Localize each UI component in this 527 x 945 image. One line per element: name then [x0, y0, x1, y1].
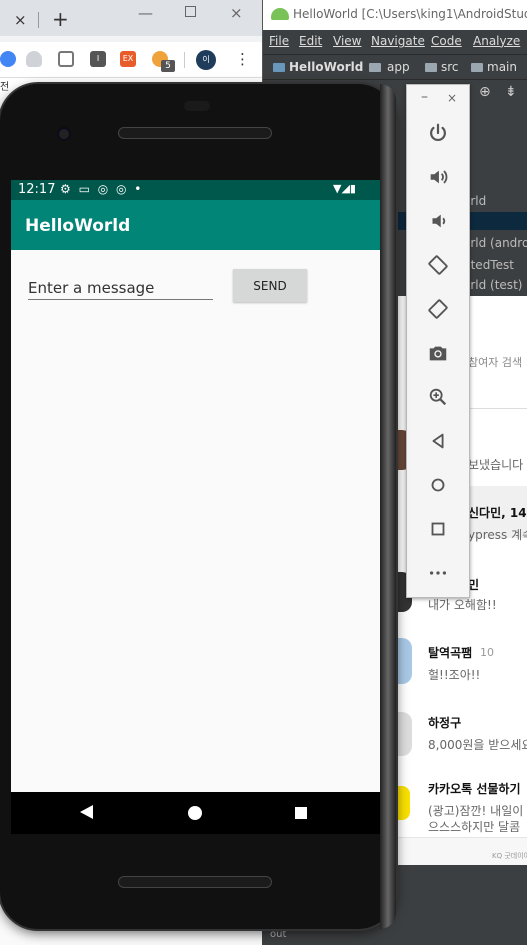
profile-avatar[interactable]: 이: [196, 50, 216, 70]
new-tab-button[interactable]: +: [52, 7, 69, 31]
status-time: 12:17: [18, 182, 56, 197]
back-icon[interactable]: [423, 426, 453, 456]
nav-home-icon[interactable]: [188, 806, 202, 820]
message-input[interactable]: [28, 276, 213, 300]
top-speaker: [118, 127, 272, 139]
tree-item[interactable]: orld (andro: [463, 236, 527, 250]
breadcrumb-main[interactable]: main: [487, 60, 517, 74]
home-icon[interactable]: [423, 470, 453, 500]
menu-file[interactable]: File: [269, 34, 289, 48]
chat-message: ypress 계속: [468, 528, 527, 542]
extension-dark-icon[interactable]: I: [90, 51, 106, 67]
collapse-icon[interactable]: ⇟: [505, 84, 517, 100]
nav-back-icon[interactable]: [80, 805, 93, 819]
ide-title: HelloWorld [C:\Users\king1\AndroidStudio: [293, 7, 527, 21]
member-count: 10: [480, 646, 494, 659]
toolbar-separator: [184, 52, 185, 68]
chat-name: 카카오톡 선물하기: [428, 782, 521, 796]
phone-edge: [380, 84, 396, 929]
browser-tab-bar: × + — ×: [0, 0, 262, 36]
target-icon[interactable]: ⊕: [479, 84, 491, 100]
sensor-notch: [184, 101, 210, 111]
chat-message: 8,000원을 받으세요: [428, 738, 527, 752]
strip-text: 전: [0, 82, 10, 93]
gift-avatar: [394, 786, 410, 820]
breadcrumb-app[interactable]: app: [387, 60, 410, 74]
tree-item[interactable]: ntedTest: [463, 258, 514, 272]
tree-item[interactable]: orld (test): [463, 278, 522, 292]
folder-icon: [369, 63, 381, 72]
navigation-bar: [11, 792, 380, 834]
breadcrumb-src[interactable]: src: [441, 60, 459, 74]
ex-extension-icon[interactable]: EX: [120, 51, 136, 67]
chat-name: 신다민, 14: [468, 506, 527, 520]
volume-down-icon[interactable]: [423, 206, 453, 236]
front-camera-icon: [57, 127, 71, 141]
menu-view[interactable]: View: [333, 34, 361, 48]
ide-title-bar: HelloWorld [C:\Users\king1\AndroidStudio: [263, 0, 527, 30]
phone-screen: 12:17 ⚙ ▭ ◎ ◎ • ▼◢▮ HelloWorld SEND: [11, 180, 380, 792]
signal-battery-icon: ▼◢▮: [333, 182, 356, 195]
nav-recents-icon[interactable]: [295, 807, 307, 819]
emulator-toolbar: – ×: [406, 84, 470, 598]
window-minimize-button[interactable]: —: [138, 4, 153, 22]
more-icon[interactable]: [423, 558, 453, 588]
tab-close-button[interactable]: ×: [14, 11, 27, 29]
zoom-icon[interactable]: [423, 382, 453, 412]
breadcrumb-project[interactable]: HelloWorld: [289, 60, 363, 74]
status-bar: 12:17 ⚙ ▭ ◎ ◎ • ▼◢▮: [11, 180, 380, 200]
app-title: HelloWorld: [25, 216, 131, 236]
rotate-left-icon[interactable]: [423, 250, 453, 280]
menu-edit[interactable]: Edit: [299, 34, 322, 48]
menu-navigate[interactable]: Navigate: [371, 34, 425, 48]
bottom-speaker: [118, 876, 272, 888]
android-logo-icon: [271, 8, 289, 20]
folder-icon: [471, 63, 483, 72]
emulator-minimize-button[interactable]: –: [421, 89, 428, 105]
chat-message: (광고)잠깐! 내일이: [428, 804, 524, 818]
menu-analyze[interactable]: Analyze: [473, 34, 520, 48]
window-close-button[interactable]: ×: [230, 4, 243, 22]
overview-icon[interactable]: [423, 514, 453, 544]
divider: [462, 408, 527, 409]
chat-message-line2: 으스스하지만 달콤: [428, 820, 521, 834]
volume-up-icon[interactable]: [423, 162, 453, 192]
cast-extension-icon[interactable]: [58, 51, 74, 67]
chat-message: 보냈습니다: [468, 458, 524, 472]
project-folder-icon: [273, 63, 285, 72]
chat-name: 하정구: [428, 716, 462, 730]
app-bar: HelloWorld: [11, 200, 380, 250]
chat-name: 탈역곡팸: [428, 646, 473, 660]
chat-message: 내가 오해함!!: [428, 598, 497, 612]
extension-badge: 5: [161, 60, 175, 72]
camera-icon[interactable]: [423, 338, 453, 368]
menu-code[interactable]: Code: [431, 34, 462, 48]
ide-bottom-tab[interactable]: out: [270, 929, 286, 940]
folder-icon: [425, 63, 437, 72]
emulator-window-controls: – ×: [407, 85, 471, 115]
ide-breadcrumb: HelloWorld app src main: [263, 54, 527, 80]
notification-icons: ⚙ ▭ ◎ ◎ •: [60, 182, 144, 196]
send-button[interactable]: SEND: [233, 269, 307, 302]
window-maximize-button[interactable]: [185, 6, 196, 17]
browser-menu-icon[interactable]: ⋮: [235, 50, 250, 68]
rotate-right-icon[interactable]: [423, 294, 453, 324]
footer-ad-text: KQ 굿데이어스: [492, 852, 527, 860]
chat-message: 헐!!조아!!: [428, 668, 481, 682]
power-icon[interactable]: [423, 118, 453, 148]
emulator-close-button[interactable]: ×: [447, 91, 457, 105]
shield-extension-icon[interactable]: [26, 51, 42, 67]
ide-menu-bar: File Edit View Navigate Code Analyze: [263, 30, 527, 54]
extension-icon[interactable]: [0, 51, 16, 67]
participant-search[interactable]: 참여자 검색: [468, 354, 522, 370]
tab-separator: [38, 12, 39, 28]
